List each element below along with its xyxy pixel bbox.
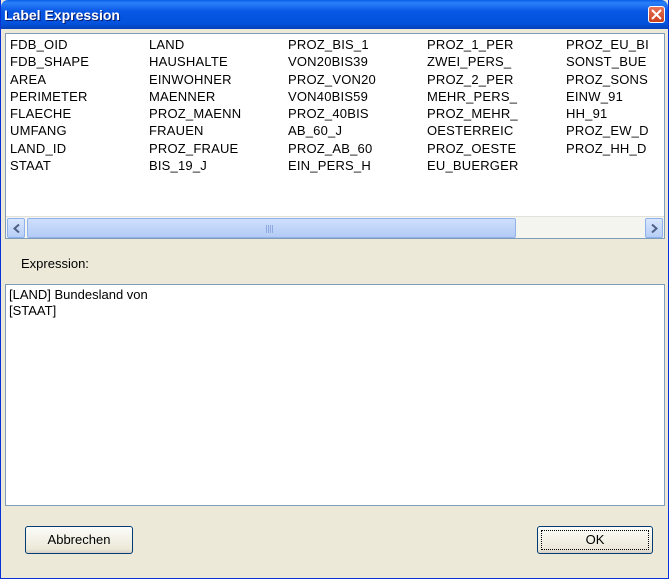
field-item[interactable]: PROZ_EU_BI — [566, 36, 649, 53]
field-item[interactable]: MAENNER — [149, 88, 241, 105]
field-item[interactable]: PROZ_BIS_1 — [288, 36, 376, 53]
field-item[interactable]: PERIMETER — [10, 88, 89, 105]
field-column-2: LAND HAUSHALTE EINWOHNER MAENNER PROZ_MA… — [149, 36, 241, 174]
expression-line: [STAAT] — [9, 303, 57, 318]
field-item[interactable]: FDB_SHAPE — [10, 53, 89, 70]
chevron-right-icon — [651, 224, 658, 233]
field-item[interactable]: LAND — [149, 36, 241, 53]
field-column-3: PROZ_BIS_1 VON20BIS39 PROZ_VON20 VON40BI… — [288, 36, 376, 174]
field-item[interactable]: OESTERREIC — [427, 122, 519, 139]
field-item[interactable]: FDB_OID — [10, 36, 89, 53]
expression-label: Expression: — [21, 256, 89, 271]
expression-textarea[interactable]: [LAND] Bundesland von [STAAT] — [5, 284, 665, 506]
field-item[interactable]: PROZ_SONS — [566, 71, 649, 88]
label-expression-dialog: Label Expression FDB_OID FDB_SHAPE AREA … — [0, 0, 669, 579]
chevron-left-icon — [13, 224, 20, 233]
field-item[interactable]: PROZ_MAENN — [149, 105, 241, 122]
close-button[interactable] — [648, 6, 665, 23]
cancel-button[interactable]: Abbrechen — [25, 526, 133, 554]
field-item[interactable]: EINW_91 — [566, 88, 649, 105]
scroll-right-button[interactable] — [645, 218, 663, 238]
field-item[interactable]: VON20BIS39 — [288, 53, 376, 70]
grip-icon — [266, 225, 278, 233]
field-item[interactable]: BIS_19_J — [149, 157, 241, 174]
field-item[interactable]: PROZ_VON20 — [288, 71, 376, 88]
field-item[interactable]: FLAECHE — [10, 105, 89, 122]
window-title: Label Expression — [4, 7, 120, 23]
field-item[interactable]: PROZ_EW_D — [566, 122, 649, 139]
scroll-left-button[interactable] — [7, 218, 25, 238]
field-item[interactable]: AREA — [10, 71, 89, 88]
field-item[interactable]: PROZ_AB_60 — [288, 140, 376, 157]
field-column-4: PROZ_1_PER ZWEI_PERS_ PROZ_2_PER MEHR_PE… — [427, 36, 519, 174]
field-item[interactable]: PROZ_40BIS — [288, 105, 376, 122]
close-icon — [651, 9, 662, 20]
field-item[interactable]: EIN_PERS_H — [288, 157, 376, 174]
field-item[interactable]: LAND_ID — [10, 140, 89, 157]
field-item[interactable]: HAUSHALTE — [149, 53, 241, 70]
field-item[interactable]: STAAT — [10, 157, 89, 174]
field-column-5: PROZ_EU_BI SONST_BUE PROZ_SONS EINW_91 H… — [566, 36, 649, 157]
focus-ring — [541, 530, 649, 550]
field-item[interactable]: PROZ_MEHR_ — [427, 105, 519, 122]
field-item[interactable]: ZWEI_PERS_ — [427, 53, 519, 70]
horizontal-scrollbar[interactable] — [6, 216, 664, 238]
field-item[interactable]: PROZ_HH_D — [566, 140, 649, 157]
field-item[interactable]: UMFANG — [10, 122, 89, 139]
field-item[interactable]: SONST_BUE — [566, 53, 649, 70]
field-item[interactable]: PROZ_OESTE — [427, 140, 519, 157]
field-item[interactable]: VON40BIS59 — [288, 88, 376, 105]
field-item[interactable]: AB_60_J — [288, 122, 376, 139]
field-item[interactable]: PROZ_FRAUE — [149, 140, 241, 157]
field-item[interactable]: EU_BUERGER — [427, 157, 519, 174]
field-item[interactable]: PROZ_2_PER — [427, 71, 519, 88]
scroll-thumb[interactable] — [27, 218, 516, 238]
field-list[interactable]: FDB_OID FDB_SHAPE AREA PERIMETER FLAECHE… — [5, 33, 665, 239]
field-item[interactable]: HH_91 — [566, 105, 649, 122]
field-item[interactable]: PROZ_1_PER — [427, 36, 519, 53]
title-bar[interactable]: Label Expression — [1, 0, 668, 29]
field-item[interactable]: EINWOHNER — [149, 71, 241, 88]
field-item[interactable]: FRAUEN — [149, 122, 241, 139]
field-column-1: FDB_OID FDB_SHAPE AREA PERIMETER FLAECHE… — [10, 36, 89, 174]
ok-button[interactable]: OK — [537, 526, 653, 554]
field-item[interactable]: MEHR_PERS_ — [427, 88, 519, 105]
expression-line: [LAND] Bundesland von — [9, 287, 148, 302]
